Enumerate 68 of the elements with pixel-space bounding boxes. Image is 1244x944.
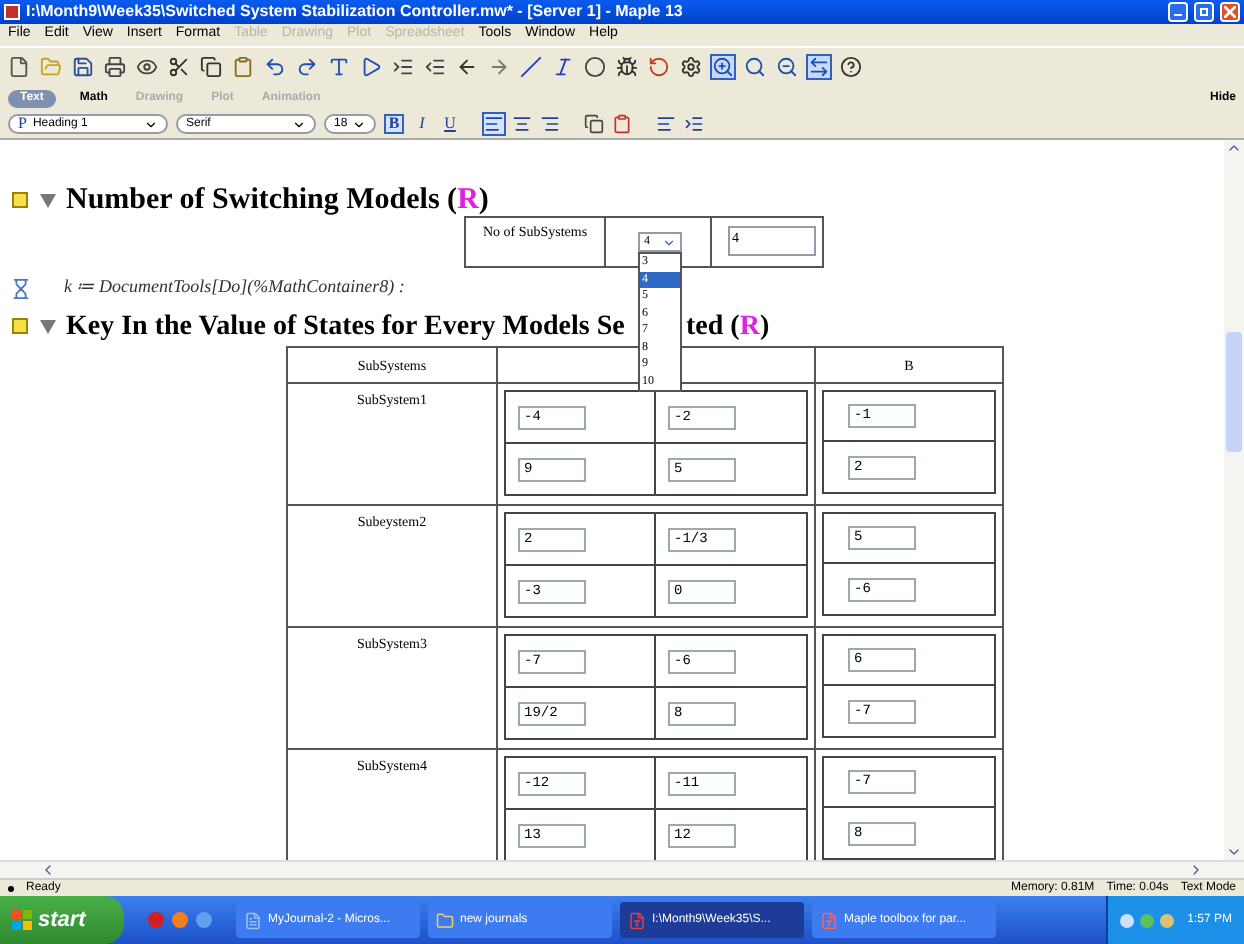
folder-icon [436,911,454,929]
minimize-button[interactable] [1168,2,1188,22]
scroll-down-icon[interactable] [1226,844,1242,860]
document-icon [244,911,262,929]
scroll-up-icon[interactable] [1226,140,1242,156]
arrow-right-icon[interactable] [488,56,510,78]
align-right-icon[interactable] [540,114,560,134]
text-icon[interactable] [328,56,350,78]
r-link[interactable]: R [739,305,760,347]
file-icon[interactable] [8,56,30,78]
section-heading: Key In the Value of States for Every Models Se [66,309,626,345]
bug-icon[interactable] [616,56,638,78]
printer-icon[interactable] [104,56,126,78]
r-link[interactable]: R [457,177,479,223]
search-icon[interactable] [744,56,766,78]
list-icon[interactable] [656,114,676,134]
scroll-right-icon[interactable] [1188,862,1204,878]
floppy-icon[interactable] [72,56,94,78]
zoom-in-icon[interactable] [712,56,734,78]
scroll-left-icon[interactable] [40,862,56,878]
clipboard-icon[interactable] [232,56,254,78]
math-expression-text: k ≔ DocumentTools[Do](%MathContainer8) : [64,274,405,301]
maximize-button[interactable] [1194,2,1214,22]
horizontal-scrollbar[interactable] [0,860,1244,878]
heading-paren: ) [478,181,489,220]
play-icon[interactable] [360,56,382,78]
indent-icon[interactable] [392,56,414,78]
copy-icon[interactable] [200,56,222,78]
caret-icon [352,117,366,131]
italic-icon[interactable] [552,56,574,78]
caret-icon [292,117,306,131]
window-title: I:\Month9\Week35\Switched System Stabilization Controller.mw* - [Server 1] - Maple 13 [26,0,685,24]
align-center-icon[interactable] [512,114,532,134]
redo-icon[interactable] [296,56,318,78]
section-heading: Number of Switching Models ( [66,181,458,220]
windows-logo-icon [12,910,32,930]
eye-icon[interactable] [136,56,158,78]
circle-icon[interactable] [584,56,606,78]
format-button[interactable]: I [412,114,432,134]
caret-icon [144,117,158,131]
caret-icon [662,235,676,249]
undo-icon[interactable] [264,56,286,78]
format-button[interactable]: U [440,114,460,134]
close-button[interactable] [1220,2,1240,22]
section-marker-icon [12,318,28,334]
section-marker-icon [12,192,28,208]
collapse-triangle-icon[interactable] [40,319,56,333]
style-prefix: P [18,112,27,136]
heading-paren: ) [759,309,770,345]
app-icon [4,4,20,20]
copy-format-icon[interactable] [584,114,604,134]
collapse-triangle-icon[interactable] [40,193,56,207]
arrow-left-icon[interactable] [456,56,478,78]
outdent-icon[interactable] [424,56,446,78]
scroll-thumb[interactable] [1226,332,1242,452]
clipboard-icon[interactable] [612,114,632,134]
vertical-scrollbar[interactable] [1224,140,1244,860]
gear-icon[interactable] [680,56,702,78]
section-heading: ted ( [686,309,740,345]
restart-icon[interactable] [648,56,670,78]
help-icon[interactable] [840,56,862,78]
hourglass-icon [9,277,31,299]
numbered-list-icon[interactable] [684,114,704,134]
scissors-icon[interactable] [168,56,190,78]
swap-icon[interactable] [808,56,830,78]
align-left-icon[interactable] [484,114,504,134]
zoom-out-icon[interactable] [776,56,798,78]
format-button[interactable]: B [384,114,404,134]
